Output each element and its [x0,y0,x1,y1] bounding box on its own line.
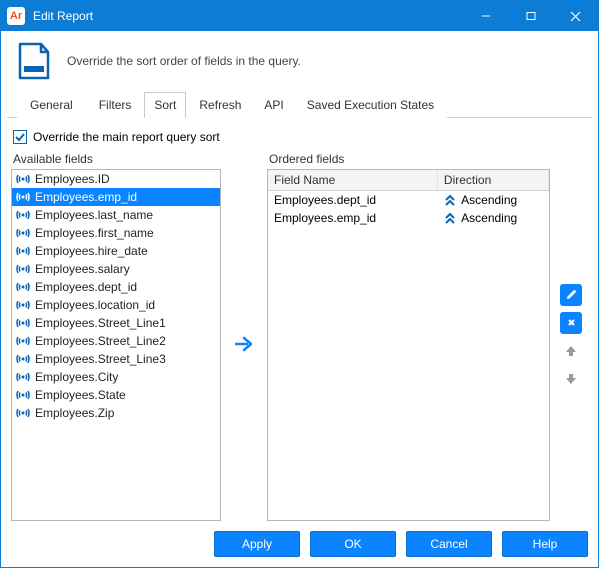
app-icon: Ar [7,7,25,25]
available-fields-label: Available fields [13,152,221,166]
field-label: Employees.salary [35,262,130,276]
field-label: Employees.Street_Line2 [35,334,166,348]
field-label: Employees.location_id [35,298,155,312]
ordered-field-name: Employees.emp_id [268,211,438,225]
field-label: Employees.Zip [35,406,114,420]
field-label: Employees.dept_id [35,280,137,294]
col-field-name[interactable]: Field Name [268,170,438,190]
available-field-item[interactable]: Employees.first_name [12,224,220,242]
signal-icon [16,263,30,275]
available-field-item[interactable]: Employees.Zip [12,404,220,422]
tab-sort[interactable]: Sort [144,92,186,118]
tab-refresh[interactable]: Refresh [186,92,254,118]
signal-icon [16,245,30,257]
tab-api[interactable]: API [254,92,293,118]
available-field-item[interactable]: Employees.location_id [12,296,220,314]
field-label: Employees.Street_Line1 [35,316,166,330]
override-sort-checkbox-row[interactable]: Override the main report query sort [13,130,588,144]
edit-button[interactable] [560,284,582,306]
signal-icon [16,227,30,239]
tab-filters[interactable]: Filters [86,92,145,118]
ok-button[interactable]: OK [310,531,396,557]
ordered-fields-header: Field Name Direction [268,170,549,191]
ordered-field-name: Employees.dept_id [268,193,438,207]
signal-icon [16,353,30,365]
apply-button[interactable]: Apply [214,531,300,557]
window-title: Edit Report [33,9,463,23]
ordered-fields-grid[interactable]: Field Name Direction Employees.dept_idAs… [267,169,550,521]
signal-icon [16,191,30,203]
ascending-icon [444,194,456,206]
available-fields-list[interactable]: Employees.ID Employees.emp_id Employees.la… [11,169,221,521]
override-sort-label: Override the main report query sort [33,130,220,144]
available-field-item[interactable]: Employees.Street_Line3 [12,350,220,368]
minimize-button[interactable] [463,1,508,31]
signal-icon [16,281,30,293]
ordered-field-direction: Ascending [438,193,549,207]
col-direction[interactable]: Direction [438,170,549,190]
document-icon [15,41,53,81]
signal-icon [16,173,30,185]
delete-button[interactable] [560,312,582,334]
maximize-button[interactable] [508,1,553,31]
help-button[interactable]: Help [502,531,588,557]
field-label: Employees.emp_id [35,190,137,204]
available-field-item[interactable]: Employees.emp_id [12,188,220,206]
ascending-icon [444,212,456,224]
cancel-button[interactable]: Cancel [406,531,492,557]
edit-report-window: Ar Edit Report Override the sort order o… [0,0,599,568]
available-field-item[interactable]: Employees.State [12,386,220,404]
tab-saved-execution-states[interactable]: Saved Execution States [294,92,447,118]
signal-icon [16,371,30,383]
signal-icon [16,407,30,419]
tabstrip: GeneralFiltersSortRefreshAPISaved Execut… [7,91,592,118]
field-label: Employees.Street_Line3 [35,352,166,366]
available-field-item[interactable]: Employees.hire_date [12,242,220,260]
signal-icon [16,335,30,347]
dialog-header: Override the sort order of fields in the… [1,31,598,91]
signal-icon [16,317,30,329]
available-field-item[interactable]: Employees.last_name [12,206,220,224]
ordered-fields-label: Ordered fields [269,152,550,166]
sort-tab-content: Override the main report query sort Avai… [1,118,598,521]
available-field-item[interactable]: Employees.Street_Line2 [12,332,220,350]
available-field-item[interactable]: Employees.dept_id [12,278,220,296]
available-field-item[interactable]: Employees.Street_Line1 [12,314,220,332]
ordered-field-row[interactable]: Employees.emp_idAscending [268,209,549,227]
available-field-item[interactable]: Employees.ID [12,170,220,188]
override-sort-checkbox[interactable] [13,130,27,144]
ordered-fields-actions [560,152,588,521]
ordered-field-row[interactable]: Employees.dept_idAscending [268,191,549,209]
move-down-button[interactable] [560,368,582,390]
close-button[interactable] [553,1,598,31]
field-label: Employees.hire_date [35,244,148,258]
ordered-field-direction: Ascending [438,211,549,225]
available-field-item[interactable]: Employees.City [12,368,220,386]
field-label: Employees.first_name [35,226,154,240]
field-label: Employees.last_name [35,208,153,222]
signal-icon [16,209,30,221]
signal-icon [16,389,30,401]
field-label: Employees.ID [35,172,110,186]
field-label: Employees.State [35,388,126,402]
available-field-item[interactable]: Employees.salary [12,260,220,278]
move-up-button[interactable] [560,340,582,362]
tab-general[interactable]: General [17,92,86,118]
add-field-arrow-icon[interactable] [234,336,254,357]
titlebar: Ar Edit Report [1,1,598,31]
dialog-footer: Apply OK Cancel Help [1,521,598,567]
field-label: Employees.City [35,370,118,384]
signal-icon [16,299,30,311]
header-description: Override the sort order of fields in the… [67,54,301,68]
